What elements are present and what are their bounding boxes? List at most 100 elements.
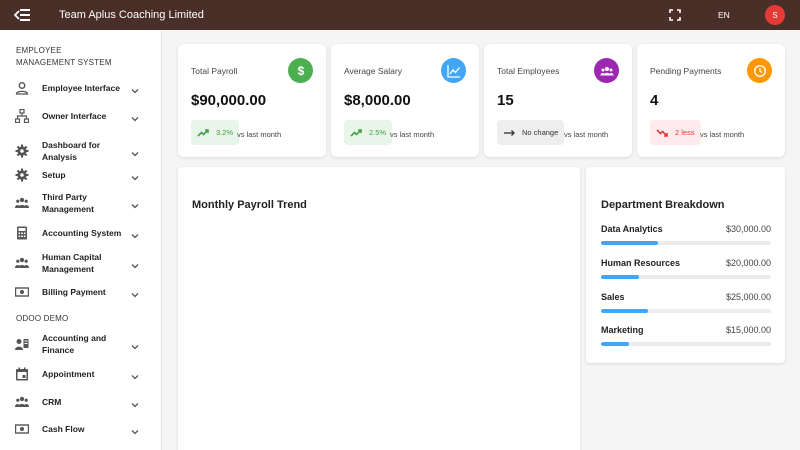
comparison-caption: vs last month [237, 130, 282, 139]
sidebar-item-label: Cash Flow [42, 424, 85, 434]
stat-label: Average Salary [344, 66, 402, 76]
stat-value: $90,000.00 [191, 92, 267, 109]
org-chart-icon [14, 108, 30, 124]
sidebar-item-label: Billing Payment [42, 287, 106, 297]
department-progress-track [601, 309, 771, 313]
company-title: Team Aplus Coaching Limited [59, 9, 204, 21]
calculator-icon [15, 226, 29, 240]
trend-change-text: 3.2% [216, 128, 234, 137]
sidebar-item-label: Appointment [42, 369, 95, 379]
stat-value: $8,000.00 [344, 92, 411, 109]
department-row: Marketing $15,000.00 [601, 325, 771, 349]
trend-chip: No change [497, 120, 565, 145]
stat-value: 15 [497, 92, 514, 109]
chevron-down-icon [130, 258, 140, 269]
chevron-down-icon [130, 228, 140, 239]
department-progress-fill [601, 241, 658, 245]
sidebar-item-label: Setup [42, 170, 66, 180]
trending-up-icon [197, 127, 214, 139]
department-progress-fill [601, 275, 639, 279]
sidebar-section-title: EMPLOYEE MANAGEMENT SYSTEM [16, 46, 112, 67]
top-app-bar: Team Aplus Coaching Limited EN S [0, 0, 800, 30]
department-name: Human Resources [601, 258, 681, 268]
sidebar-item-label: Human Capital Management [42, 252, 102, 274]
stat-card: Total Payroll $90,000.00 $3.2% vs last mont… [178, 44, 326, 157]
department-progress-fill [601, 342, 630, 346]
department-breakdown-title: Department Breakdown [601, 199, 725, 211]
clock-icon [747, 58, 772, 83]
department-progress-track [601, 275, 771, 279]
chevron-down-icon [130, 339, 140, 350]
group-icon [15, 256, 29, 270]
trend-change-text: No change [522, 128, 559, 137]
stat-value: 4 [650, 92, 659, 109]
person-icon [15, 81, 29, 95]
stat-label: Total Employees [497, 66, 560, 76]
sidebar: EMPLOYEE MANAGEMENT SYSTEM Employee Inter… [0, 30, 162, 450]
department-breakdown-panel: Department Breakdown Data Analytics $30,0… [586, 167, 785, 363]
department-amount: $20,000.00 [725, 258, 771, 268]
department-name: Sales [601, 292, 625, 302]
trend-chip: 2 less [650, 120, 701, 145]
group-icon [594, 58, 619, 83]
sidebar-item-label: CRM [42, 397, 62, 407]
comparison-caption: vs last month [390, 130, 435, 139]
department-amount: $25,000.00 [725, 292, 771, 302]
chevron-down-icon [130, 83, 140, 94]
chevron-down-icon [130, 369, 140, 380]
sidebar-section-title: ODOO DEMO [16, 314, 69, 323]
chevron-down-icon [130, 198, 140, 209]
chevron-down-icon [130, 397, 140, 408]
trend-chip: 2.5% [344, 120, 393, 145]
group-icon [15, 196, 29, 210]
chart-line-icon [441, 58, 466, 83]
group-icon [15, 395, 29, 409]
sidebar-item-label: Accounting and Finance [42, 333, 107, 355]
chevron-down-icon [130, 424, 140, 435]
trend-change-text: 2 less [675, 128, 695, 137]
language-switcher[interactable]: EN [718, 10, 730, 20]
sidebar-item-label: Employee Interface [42, 83, 120, 93]
chevron-down-icon [130, 287, 140, 298]
trending-up-icon [350, 127, 367, 139]
dollar-icon: $ [288, 58, 313, 83]
department-row: Data Analytics $30,000.00 [601, 224, 771, 248]
department-row: Human Resources $20,000.00 [601, 258, 771, 282]
department-amount: $30,000.00 [725, 224, 771, 234]
sidebar-item-label: Third Party Management [42, 192, 94, 214]
department-row: Sales $25,000.00 [601, 292, 771, 316]
gear-icon [15, 144, 29, 158]
money-icon [14, 422, 30, 436]
department-name: Marketing [601, 325, 644, 335]
trend-chip: 3.2% [191, 120, 240, 145]
fullscreen-button[interactable] [668, 8, 682, 22]
stat-label: Total Payroll [191, 66, 238, 76]
sidebar-item-label: Accounting System [42, 228, 122, 238]
stat-card: Pending Payments 4 2 less vs last month [637, 44, 785, 157]
department-name: Data Analytics [601, 224, 663, 234]
sidebar-item-label: Dashboard for Analysis [42, 140, 101, 162]
collapse-menu-button[interactable] [12, 7, 32, 23]
stat-card: Total Employees 15 No change vs last month [484, 44, 632, 157]
payroll-trend-panel: Monthly Payroll Trend [178, 167, 580, 450]
stat-card: Average Salary $8,000.00 2.5% vs last month [331, 44, 479, 157]
gear-icon [15, 168, 29, 182]
trend-change-text: 2.5% [369, 128, 387, 137]
arrow-right-icon [503, 127, 520, 139]
stat-label: Pending Payments [650, 66, 722, 76]
comparison-caption: vs last month [700, 130, 745, 139]
money-icon [14, 285, 30, 299]
user-avatar[interactable]: S [765, 5, 785, 25]
contacts-icon [15, 337, 29, 351]
chevron-down-icon [130, 146, 140, 157]
department-progress-track [601, 241, 771, 245]
department-amount: $15,000.00 [725, 325, 771, 335]
chevron-down-icon [130, 111, 140, 122]
department-progress-track [601, 342, 771, 346]
calendar-icon [15, 367, 29, 381]
payroll-trend-title: Monthly Payroll Trend [192, 199, 307, 211]
comparison-caption: vs last month [564, 130, 609, 139]
trending-down-icon [656, 127, 673, 139]
fullscreen-icon [669, 9, 681, 21]
svg-text:$: $ [297, 64, 304, 78]
